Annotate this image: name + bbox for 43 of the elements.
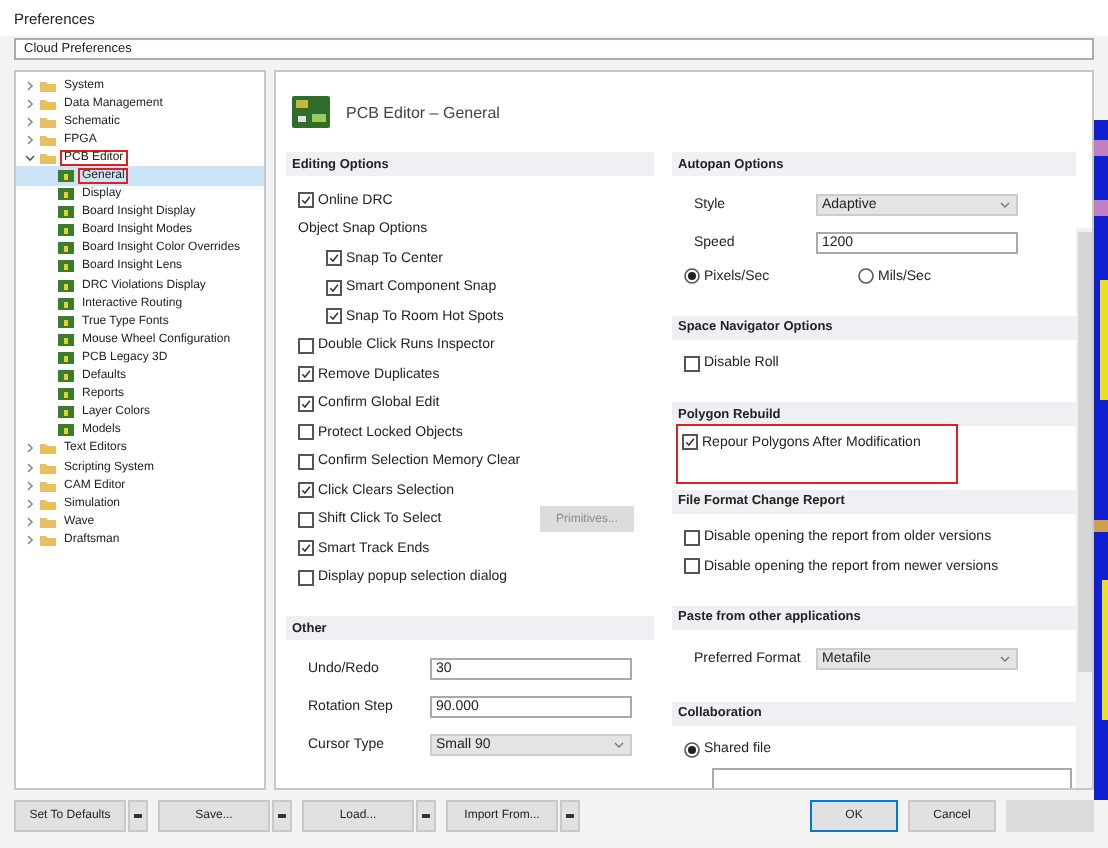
checkbox[interactable] <box>298 569 314 586</box>
board-icon <box>58 206 74 219</box>
checkbox[interactable] <box>684 558 700 575</box>
checkbox[interactable] <box>298 192 314 209</box>
board-icon <box>58 333 74 346</box>
checkbox[interactable] <box>684 529 700 546</box>
dropdown-button[interactable] <box>128 800 148 832</box>
board-icon <box>58 170 74 183</box>
board-icon <box>58 224 74 237</box>
radio-button[interactable] <box>858 268 874 285</box>
board-icon <box>58 297 74 310</box>
board-icon <box>58 315 74 328</box>
board-icon <box>58 279 74 292</box>
checkbox[interactable] <box>326 250 342 267</box>
page-title: PCB Editor – General <box>346 103 500 121</box>
input-field[interactable] <box>712 767 1072 788</box>
circuit-board-icon <box>292 96 330 128</box>
board-icon <box>58 242 74 255</box>
dropdown-button[interactable] <box>272 800 292 832</box>
board-icon <box>58 188 74 201</box>
board-icon <box>58 351 74 364</box>
checkbox[interactable] <box>326 308 342 325</box>
board-icon <box>58 424 74 437</box>
board-icon <box>58 388 74 401</box>
checkbox[interactable] <box>298 482 314 499</box>
checkbox[interactable] <box>298 453 314 470</box>
board-icon <box>58 260 74 273</box>
board-icon <box>58 370 74 383</box>
dropdown-button[interactable] <box>560 800 580 832</box>
checkbox[interactable] <box>298 540 314 557</box>
checkbox[interactable] <box>298 395 314 412</box>
scrollbar[interactable] <box>1076 228 1092 788</box>
board-icon <box>58 406 74 419</box>
checkbox[interactable] <box>684 355 700 372</box>
dropdown-button[interactable] <box>416 800 436 832</box>
checkbox[interactable] <box>298 337 314 354</box>
checkbox[interactable] <box>326 279 342 296</box>
checkbox[interactable] <box>298 511 314 528</box>
checkbox[interactable] <box>298 366 314 383</box>
radio-button[interactable] <box>684 741 700 758</box>
radio-button[interactable] <box>684 268 700 285</box>
checkbox[interactable] <box>298 424 314 441</box>
checkbox[interactable] <box>682 434 698 451</box>
